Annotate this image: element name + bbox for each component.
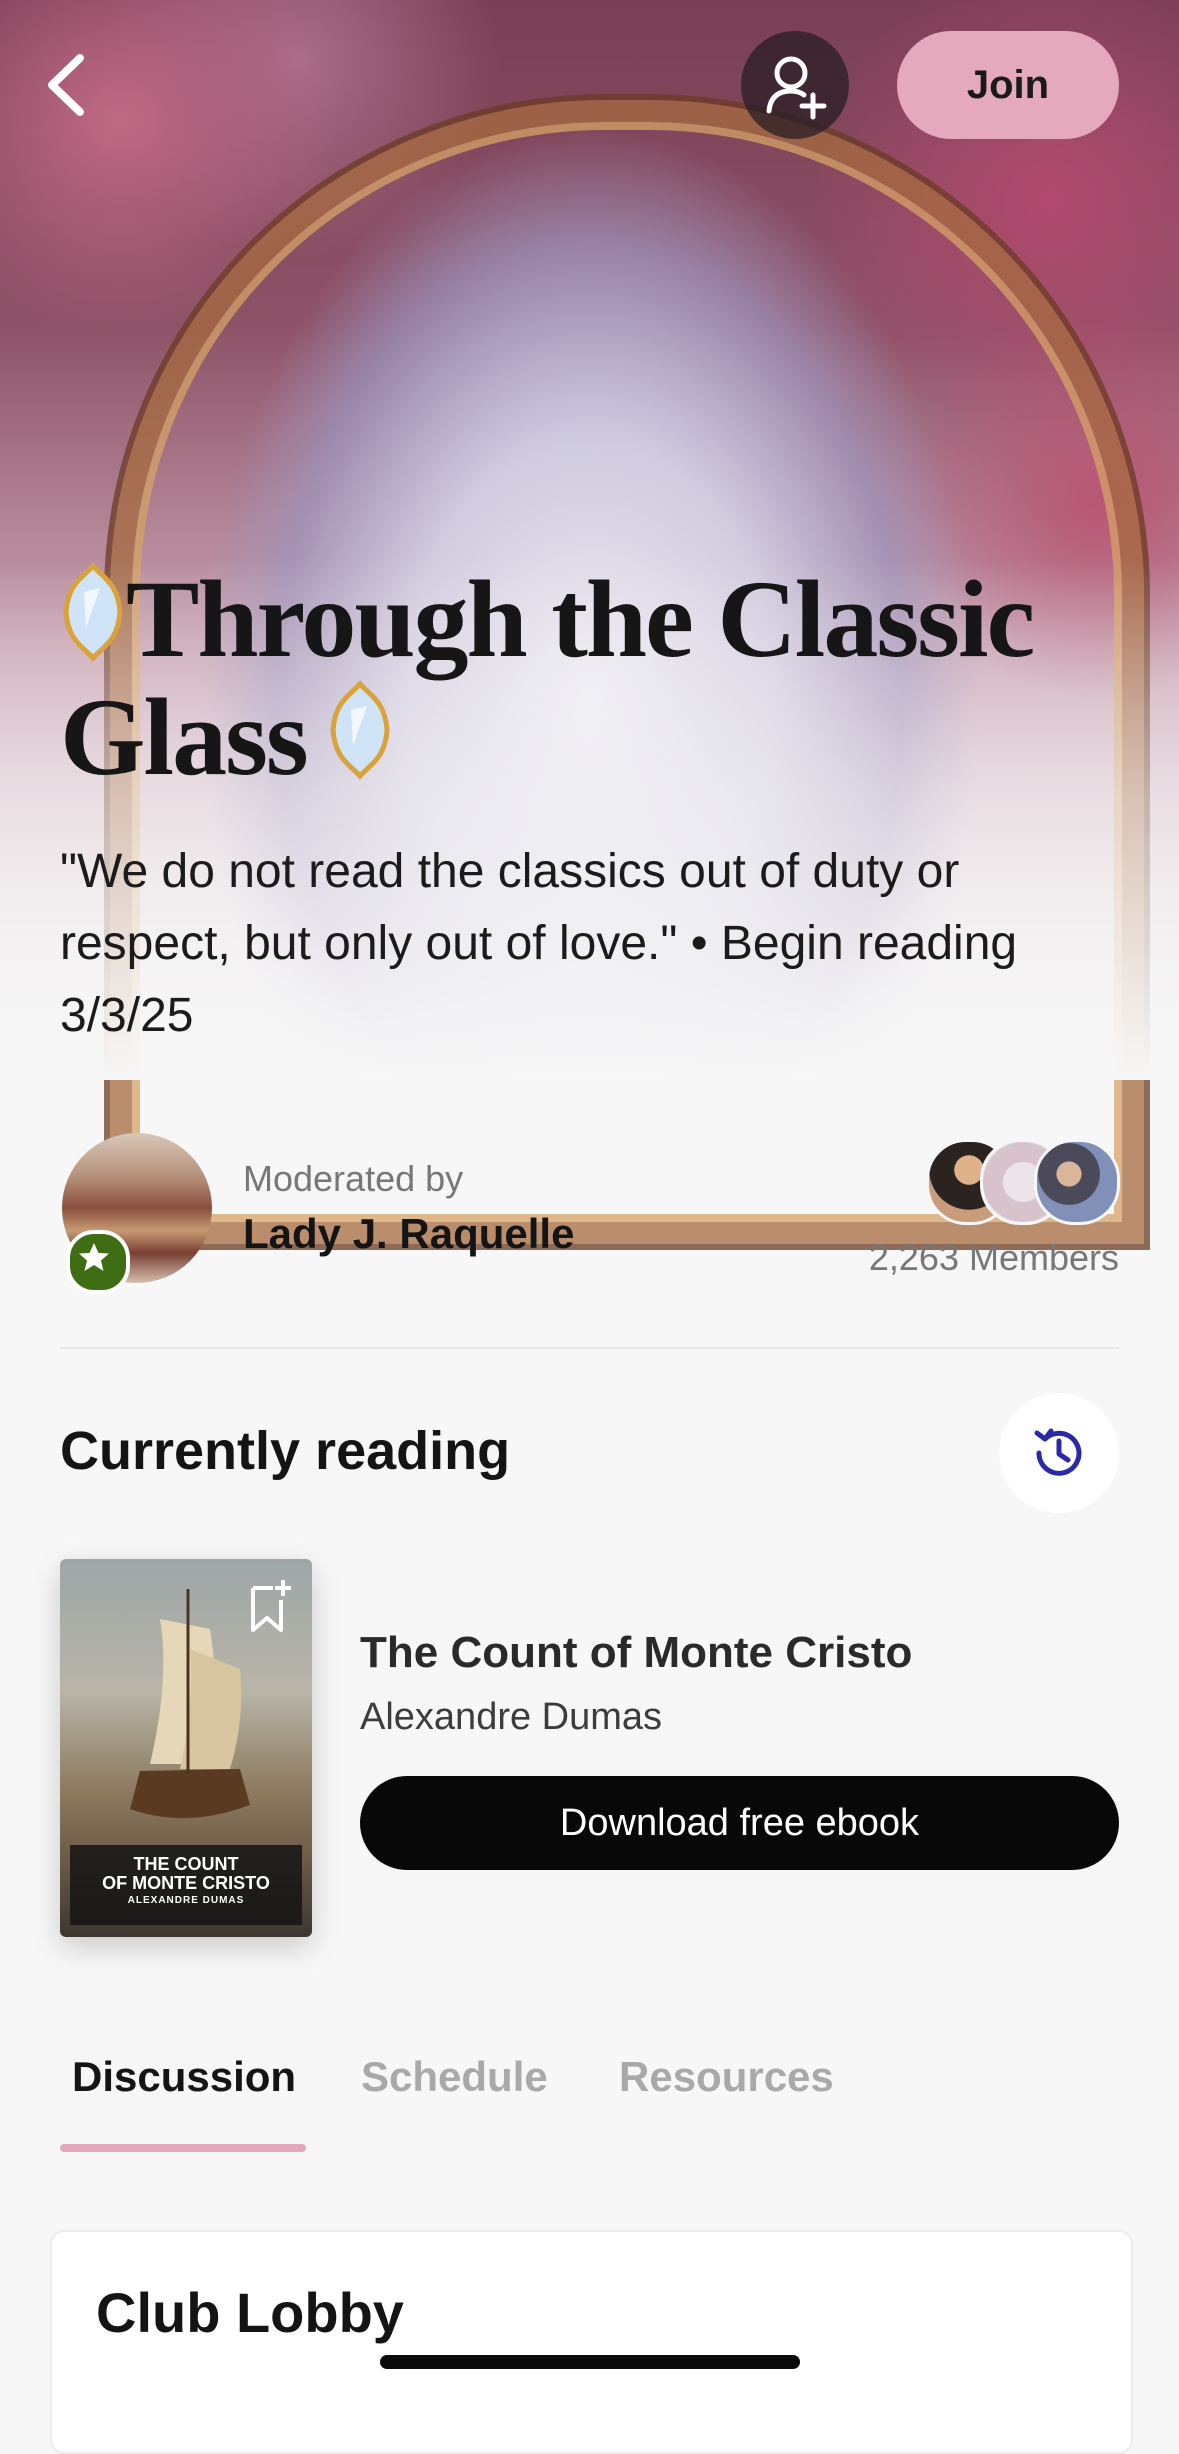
moderated-by-label: Moderated by [243,1158,464,1199]
book-title[interactable]: The Count of Monte Cristo [360,1628,912,1678]
chevron-left-icon [48,54,84,116]
back-button[interactable] [40,50,100,120]
bookmark-add-icon [251,1580,291,1632]
cover-title-band: THE COUNT OF MONTE CRISTO ALEXANDRE DUMA… [70,1845,302,1925]
join-button[interactable]: Join [897,31,1119,139]
active-tab-indicator [60,2144,306,2152]
club-tagline: "We do not read the classics out of duty… [60,845,1018,1042]
club-title: Through the Classic Glass [60,560,1130,796]
currently-reading-title: Currently reading [60,1421,511,1481]
book-author[interactable]: Alexandre Dumas [360,1696,662,1739]
history-icon [1034,1428,1082,1476]
invite-member-button[interactable] [741,31,849,139]
cover-title-line: OF MONTE CRISTO [102,1873,270,1893]
club-lobby-title: Club Lobby [96,2281,404,2344]
download-ebook-button[interactable]: Download free ebook [360,1776,1119,1870]
star-icon [79,1243,109,1271]
bookmark-button[interactable] [247,1578,295,1634]
members-count[interactable]: 2,263 Members [869,1237,1119,1279]
cover-author: ALEXANDRE DUMAS [127,1895,245,1906]
club-title-text: Through the Classic Glass [60,558,1035,798]
moderator-badge [66,1230,130,1294]
divider [60,1347,1119,1349]
home-indicator [380,2355,800,2369]
tab-discussion[interactable]: Discussion [72,2053,296,2101]
reading-history-button[interactable] [999,1393,1119,1513]
mirror-icon [63,562,123,662]
mirror-icon [330,680,390,780]
cover-title-line: THE COUNT [133,1854,239,1874]
member-avatar[interactable] [1034,1139,1120,1225]
tab-resources[interactable]: Resources [619,2053,834,2101]
add-user-icon [766,56,827,120]
tab-schedule[interactable]: Schedule [361,2053,548,2101]
moderator-name[interactable]: Lady J. Raquelle [243,1210,574,1258]
